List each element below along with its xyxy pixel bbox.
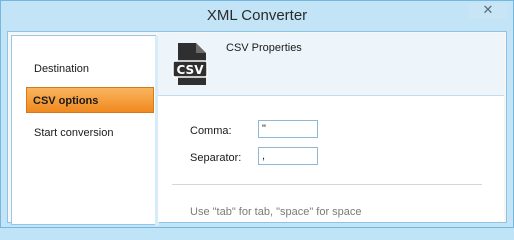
csv-icon-text: CSV xyxy=(177,63,205,77)
window-title: XML Converter xyxy=(206,7,308,24)
sidebar-item-csv-options[interactable]: CSV options xyxy=(26,87,154,113)
panel-header: CSV CSV Properties xyxy=(158,33,504,96)
sidebar-item-label: CSV options xyxy=(33,95,99,107)
hint-text: Use "tab" for tab, "space" for space xyxy=(190,206,362,218)
separator-input[interactable] xyxy=(258,147,318,165)
close-button[interactable]: ✕ xyxy=(469,3,507,19)
panel-title: CSV Properties xyxy=(226,42,302,54)
title-bar[interactable]: XML Converter ✕ xyxy=(1,1,513,31)
separator-label: Separator: xyxy=(190,152,242,164)
client-area: Destination CSV options Start conversion… xyxy=(7,31,507,226)
sidebar-item-destination[interactable]: Destination xyxy=(12,56,155,82)
comma-label: Comma: xyxy=(190,125,232,137)
comma-input[interactable] xyxy=(258,120,318,138)
close-icon: ✕ xyxy=(482,3,494,18)
panel-divider xyxy=(172,184,482,185)
sidebar: Destination CSV options Start conversion xyxy=(11,35,159,226)
csv-properties-panel: CSV CSV Properties Comma: Separator: Use… xyxy=(158,33,504,222)
sidebar-item-label: Start conversion xyxy=(34,127,114,139)
sidebar-item-start-conversion[interactable]: Start conversion xyxy=(12,120,155,146)
sidebar-item-label: Destination xyxy=(34,63,90,75)
app-window: XML Converter ✕ Destination CSV options … xyxy=(0,0,514,228)
csv-file-icon: CSV xyxy=(172,43,208,85)
